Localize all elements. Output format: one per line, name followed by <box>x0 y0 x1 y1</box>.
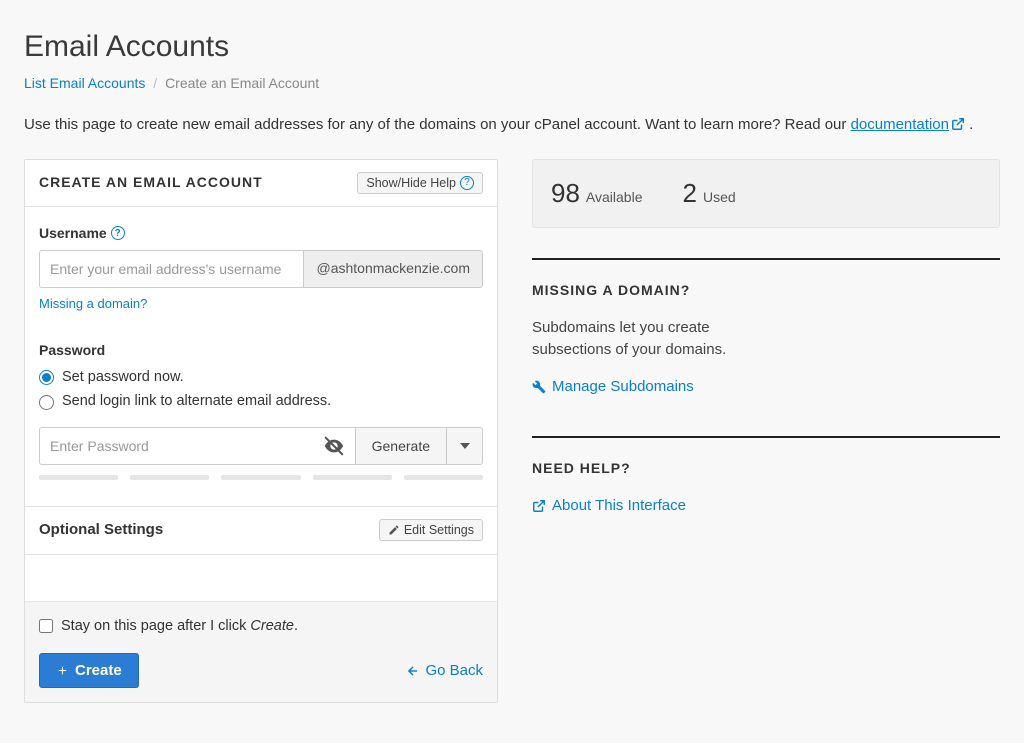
stay-on-page-label: Stay on this page after I click Create. <box>61 616 298 638</box>
show-hide-label: Show/Hide Help <box>366 176 456 190</box>
username-input[interactable] <box>39 250 303 288</box>
generate-dropdown-button[interactable] <box>447 427 483 465</box>
used-count: 2 <box>682 174 696 213</box>
stats-box: 98 Available 2 Used <box>532 159 1000 228</box>
breadcrumb: List Email Accounts / Create an Email Ac… <box>24 73 1000 94</box>
arrow-left-icon <box>405 664 421 678</box>
intro-text: Use this page to create new email addres… <box>24 114 1000 137</box>
missing-domain-link[interactable]: Missing a domain? <box>39 294 147 314</box>
create-email-panel: CREATE AN EMAIL ACCOUNT Show/Hide Help ?… <box>24 159 498 704</box>
show-hide-help-button[interactable]: Show/Hide Help ? <box>357 172 483 194</box>
password-input[interactable] <box>39 427 314 465</box>
create-button-label: Create <box>75 662 122 679</box>
radio-now-input[interactable] <box>39 370 54 385</box>
pencil-icon <box>388 524 400 536</box>
radio-link-label: Send login link to alternate email addre… <box>62 391 331 413</box>
breadcrumb-current: Create an Email Account <box>165 75 319 91</box>
generate-password-button[interactable]: Generate <box>356 427 447 465</box>
about-interface-link[interactable]: About This Interface <box>532 495 686 518</box>
radio-now-label: Set password now. <box>62 367 184 389</box>
caret-down-icon <box>460 441 470 451</box>
radio-send-login-link[interactable]: Send login link to alternate email addre… <box>39 391 483 413</box>
breadcrumb-list-link[interactable]: List Email Accounts <box>24 75 145 91</box>
radio-set-password-now[interactable]: Set password now. <box>39 367 483 389</box>
manage-subdomains-link[interactable]: Manage Subdomains <box>532 376 694 399</box>
external-link-icon <box>951 117 965 131</box>
used-label: Used <box>703 187 736 208</box>
stay-on-page-checkbox[interactable] <box>39 619 53 633</box>
edit-settings-button[interactable]: Edit Settings <box>379 519 483 541</box>
page-title: Email Accounts <box>24 24 1000 69</box>
wrench-icon <box>532 380 546 394</box>
missing-domain-text: Subdomains let you create subsections of… <box>532 317 772 362</box>
missing-domain-title: MISSING A DOMAIN? <box>532 280 1000 301</box>
go-back-link[interactable]: Go Back <box>405 660 483 683</box>
create-button[interactable]: Create <box>39 653 139 688</box>
need-help-section: NEED HELP? About This Interface <box>532 436 1000 519</box>
password-strength-meter <box>39 475 483 480</box>
eye-off-icon <box>323 435 345 457</box>
help-circle-icon[interactable]: ? <box>111 226 125 240</box>
manage-subdomains-label: Manage Subdomains <box>552 376 694 399</box>
go-back-label: Go Back <box>425 660 483 683</box>
toggle-password-visibility-button[interactable] <box>314 427 356 465</box>
password-label: Password <box>39 340 483 361</box>
available-count: 98 <box>551 174 580 213</box>
edit-settings-label: Edit Settings <box>404 523 474 537</box>
missing-domain-section: MISSING A DOMAIN? Subdomains let you cre… <box>532 258 1000 400</box>
about-interface-label: About This Interface <box>552 495 686 518</box>
plus-icon <box>56 664 69 677</box>
stay-on-page-checkbox-row[interactable]: Stay on this page after I click Create. <box>39 616 483 638</box>
documentation-link[interactable]: documentation <box>851 116 949 133</box>
need-help-title: NEED HELP? <box>532 458 1000 479</box>
username-label: Username ? <box>39 223 483 244</box>
breadcrumb-separator: / <box>153 75 157 91</box>
intro-after: . <box>965 116 973 133</box>
intro-before: Use this page to create new email addres… <box>24 116 851 133</box>
help-circle-icon: ? <box>460 176 474 190</box>
panel-title: CREATE AN EMAIL ACCOUNT <box>39 172 263 193</box>
domain-addon: @ashtonmackenzie.com <box>303 250 483 288</box>
radio-link-input[interactable] <box>39 395 54 410</box>
optional-settings-title: Optional Settings <box>39 519 163 542</box>
available-label: Available <box>586 187 643 208</box>
external-link-icon <box>532 499 546 513</box>
